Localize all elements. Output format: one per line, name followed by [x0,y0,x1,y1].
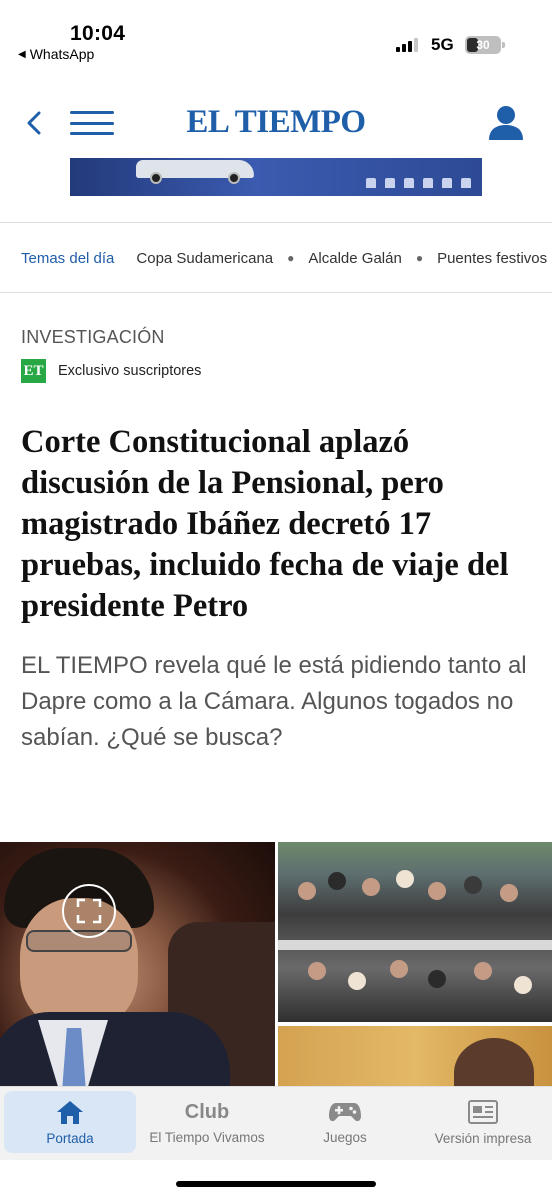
battery-icon: 30 [465,36,501,54]
section-label[interactable]: INVESTIGACIÓN [21,327,165,348]
back-triangle-icon: ◀ [18,48,26,60]
topics-bar: Temas del día Copa Sudamericana ● Alcald… [21,247,552,269]
expand-gallery-button[interactable] [62,884,116,938]
article-summary: EL TIEMPO revela qué le está pidiendo ta… [21,652,527,751]
topics-lead: Temas del día [21,249,115,267]
nav-label: Portada [46,1130,94,1146]
back-to-app-link[interactable]: ◀ WhatsApp [18,46,94,62]
topic-link[interactable]: Copa Sudamericana [136,250,273,267]
article-photo-chamber[interactable] [278,842,552,1022]
bottom-nav: Portada Club El Tiempo Vivamos Juegos Ve… [0,1086,552,1160]
app-header: EL TIEMPO [0,88,552,158]
exclusive-label: Exclusivo suscriptores [58,363,202,379]
ad-icons [366,178,471,188]
nav-version-impresa[interactable]: Versión impresa [416,1091,550,1153]
divider [0,222,552,223]
status-bar: 10:04 ◀ WhatsApp 5G 30 [0,0,552,72]
user-profile-button[interactable] [486,102,526,142]
photo-suit [0,1012,230,1086]
user-icon [489,106,523,140]
gamepad-icon [329,1102,361,1121]
home-icon [57,1100,83,1124]
ad-banner[interactable] [70,158,482,196]
newspaper-icon [468,1099,498,1124]
battery-level: 30 [476,38,490,52]
exclusive-tag: ET Exclusivo suscriptores [21,359,201,383]
article-photo-president[interactable] [278,1026,552,1086]
battery-tip [502,42,505,48]
home-indicator[interactable] [176,1181,376,1187]
ad-wheel [150,172,162,184]
article-photo-main[interactable] [0,842,275,1086]
nav-juegos[interactable]: Juegos [278,1091,412,1153]
photo-desk [278,940,552,950]
article-headline[interactable]: Corte Constitucional aplazó discusión de… [21,422,536,627]
divider [0,292,552,293]
brand-logo[interactable]: EL TIEMPO [0,104,552,141]
topic-link[interactable]: Puentes festivos [437,250,547,267]
nav-club[interactable]: Club El Tiempo Vivamos [140,1091,274,1153]
photo-person [454,1038,534,1086]
club-icon: Club [184,1100,230,1123]
topic-link[interactable]: Alcalde Galán [308,250,401,267]
nav-label: Juegos [323,1129,367,1145]
nav-label: El Tiempo Vivamos [149,1129,265,1145]
nav-label: Versión impresa [434,1130,532,1146]
nav-portada[interactable]: Portada [4,1091,136,1153]
topic-separator: ● [415,251,424,265]
ad-wheel [228,172,240,184]
status-time: 10:04 [70,22,126,45]
network-type: 5G [431,35,454,54]
signal-icon [396,38,418,52]
expand-icon [76,898,102,924]
et-badge-icon: ET [21,359,46,383]
topic-separator: ● [287,251,295,265]
back-app-label: WhatsApp [29,46,95,62]
